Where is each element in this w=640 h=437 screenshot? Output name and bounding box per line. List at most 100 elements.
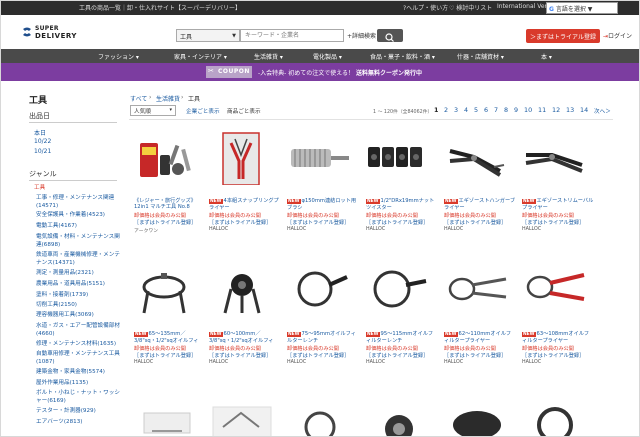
maker-name[interactable]: HALLOC (522, 227, 541, 232)
product-title[interactable]: NEW 65～135mm／3/8"sq・1/2"sqオイルフィ (134, 331, 206, 344)
trial-link[interactable]: ［まずはトライアル登録］ (134, 352, 196, 359)
genre-link[interactable]: 工事・修理・メンテナンス関連(14571) (36, 195, 120, 210)
genre-link[interactable]: 建築金物・家具金物(5574) (36, 369, 120, 377)
page-3[interactable]: 3 (454, 106, 458, 114)
product-image[interactable] (209, 131, 275, 185)
date-link-1022[interactable]: 10/22 (34, 138, 51, 145)
genre-link[interactable]: 修理・メンテナンス材料(1635) (36, 341, 120, 349)
trial-link[interactable]: ［まずはトライアル登録］ (287, 352, 349, 359)
product-title[interactable]: NEW 62～110mmオイルフィルタープライヤー (444, 331, 516, 344)
trial-link[interactable]: ［まずはトライアル登録］ (134, 219, 196, 226)
search-category-select[interactable]: 工具 ▼ (176, 29, 240, 42)
genre-link[interactable]: 鉄道車両・産業機械修理・メンテナンス(14371) (36, 252, 120, 267)
product-image[interactable] (134, 131, 200, 185)
maker-name[interactable]: アークワン (134, 227, 158, 234)
page-8[interactable]: 8 (504, 106, 508, 114)
product-image[interactable] (209, 401, 275, 437)
page-12[interactable]: 12 (552, 106, 560, 114)
next-page-link[interactable]: 次へ＞ (594, 107, 611, 115)
product-title[interactable]: NEW 63～108mmオイルフィルタープライヤー (522, 331, 594, 344)
page-10[interactable]: 10 (524, 106, 532, 114)
nav-item-store-supplies[interactable]: 什器・店舗資材 ▾ (457, 52, 504, 61)
breadcrumb-all[interactable]: すべて (130, 94, 147, 103)
product-title[interactable]: NEW 1/2"DRx19mmナットツイスター (366, 198, 438, 211)
nav-item-furniture[interactable]: 家具・インテリア ▾ (174, 52, 227, 61)
page-2[interactable]: 2 (444, 106, 448, 114)
trial-link[interactable]: ［まずはトライアル登録］ (522, 219, 584, 226)
nav-item-books[interactable]: 本 ▾ (541, 52, 552, 61)
nav-item-food[interactable]: 食品・菓子・飲料・酒 ▾ (370, 52, 435, 61)
product-title[interactable]: NEW エギゾーストリムーバルプライヤー (522, 198, 594, 211)
date-link-today[interactable]: 本日 (34, 128, 46, 137)
genre-link[interactable]: 自動車用修理・メンテナンス工具(1087) (36, 351, 120, 366)
maker-name[interactable]: HALLOC (287, 227, 306, 232)
maker-name[interactable]: HALLOC (134, 360, 153, 365)
product-image[interactable] (287, 401, 353, 437)
page-9[interactable]: 9 (514, 106, 518, 114)
help-link[interactable]: ?ヘルプ・使い方 (403, 3, 448, 12)
maker-name[interactable]: HALLOC (209, 227, 228, 232)
genre-link-tools[interactable]: 工具 (34, 185, 118, 193)
page-7[interactable]: 7 (494, 106, 498, 114)
genre-link[interactable]: テスター・計測器(929) (36, 408, 120, 416)
page-4[interactable]: 4 (464, 106, 468, 114)
maker-name[interactable]: HALLOC (522, 360, 541, 365)
product-image[interactable] (522, 401, 588, 437)
trial-link[interactable]: ［まずはトライアル登録］ (444, 219, 506, 226)
language-select[interactable]: G 言語を選択 ▼ (546, 2, 618, 14)
maker-name[interactable]: HALLOC (209, 360, 228, 365)
genre-link[interactable]: ボルト・小ねじ・ナット・ワッシャー(6169) (36, 390, 120, 405)
product-image[interactable] (366, 401, 432, 437)
trial-link[interactable]: ［まずはトライアル登録］ (366, 352, 428, 359)
product-image[interactable] (209, 263, 275, 317)
trial-link[interactable]: ［まずはトライアル登録］ (444, 352, 506, 359)
view-by-product-tab[interactable]: 商品ごと表示 (227, 107, 261, 115)
product-image[interactable] (444, 401, 510, 437)
page-6[interactable]: 6 (484, 106, 488, 114)
international-link[interactable]: International Ver. (497, 3, 548, 10)
genre-link[interactable]: 電気設備・材料・メンテナンス関連(6898) (36, 234, 120, 249)
breadcrumb-household[interactable]: 生活雑貨 (156, 94, 180, 103)
trial-link[interactable]: ［まずはトライアル登録］ (209, 219, 271, 226)
genre-link[interactable]: 測定・測量用品(2321) (36, 270, 120, 278)
product-image[interactable] (522, 263, 588, 317)
product-title[interactable]: NEW 75～95mmオイルフィルターレンチ (287, 331, 359, 344)
product-image[interactable] (287, 263, 353, 317)
genre-link[interactable]: 理容機器用工具(3069) (36, 312, 120, 320)
login-link[interactable]: ⇥ログイン (603, 31, 632, 40)
product-title[interactable]: NEW φ150mm連結ロット用ブラシ (287, 198, 359, 211)
trial-link[interactable]: ［まずはトライアル登録］ (287, 219, 349, 226)
page-14[interactable]: 14 (580, 106, 588, 114)
genre-link[interactable]: 水道・ガス・エアー配管設備部材(4660) (36, 323, 120, 338)
product-title[interactable]: NEW 95～115mmオイルフィルターレンチ (366, 331, 438, 344)
genre-link[interactable]: 安全保護具・作業着(4523) (36, 212, 120, 220)
nav-item-electronics[interactable]: 電化製品 ▾ (313, 52, 342, 61)
product-title[interactable]: NEW 60～100mm／3/8"sq・1/2"sqオイルフィ (209, 331, 281, 344)
product-title[interactable]: NEW エギゾーストハンガーブライヤー (444, 198, 516, 211)
product-image[interactable] (366, 131, 432, 185)
product-image[interactable] (366, 263, 432, 317)
product-image[interactable] (134, 401, 200, 437)
page-11[interactable]: 11 (538, 106, 546, 114)
search-input[interactable] (240, 29, 344, 42)
product-image[interactable] (444, 131, 510, 185)
view-by-company-link[interactable]: 企業ごと表示 (186, 107, 220, 115)
logo[interactable]: SUPER DELIVERY (21, 25, 81, 41)
genre-link[interactable]: 切削工具(2150) (36, 302, 120, 310)
genre-link[interactable]: 塗料・接着剤(1739) (36, 292, 120, 300)
trial-register-button[interactable]: ＞まずはトライアル登録 (526, 29, 600, 43)
page-1[interactable]: 1 (434, 106, 438, 114)
product-image[interactable] (134, 263, 200, 317)
genre-link[interactable]: 屋外作業用品(1135) (36, 380, 120, 388)
search-button[interactable] (377, 29, 403, 42)
genre-link[interactable]: エアバーツ(2813) (36, 419, 120, 427)
page-13[interactable]: 13 (566, 106, 574, 114)
nav-item-fashion[interactable]: ファッション ▾ (98, 52, 139, 61)
advanced-search-link[interactable]: +詳細検索 (347, 31, 376, 40)
maker-name[interactable]: HALLOC (444, 360, 463, 365)
product-image[interactable] (287, 131, 353, 185)
sort-select[interactable]: 人気順 ▾ (130, 105, 176, 116)
trial-link[interactable]: ［まずはトライアル登録］ (522, 352, 584, 359)
product-title[interactable]: 《レジャー・旅行グッズ》12in1 マルチ工具 No.8 (134, 198, 206, 210)
maker-name[interactable]: HALLOC (287, 360, 306, 365)
